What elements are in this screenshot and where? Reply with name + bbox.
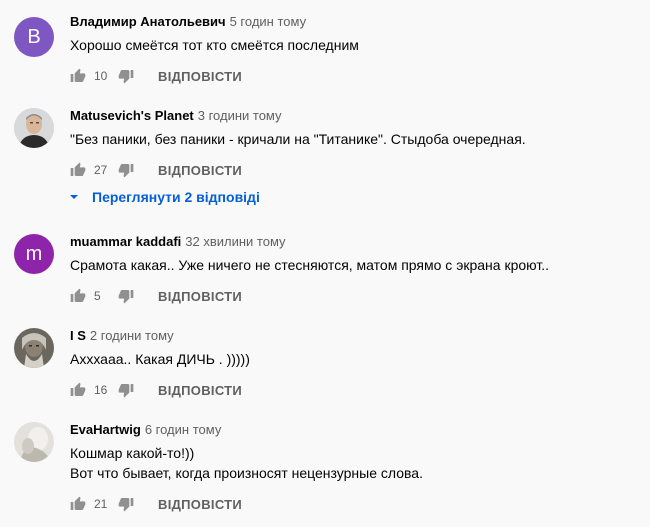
avatar[interactable] — [14, 108, 54, 148]
thumb-down-icon[interactable] — [118, 162, 134, 178]
avatar[interactable]: B — [14, 17, 54, 57]
comment-header: I S 2 години тому — [70, 327, 174, 345]
reply-button[interactable]: ВІДПОВІСТИ — [158, 69, 242, 84]
timestamp[interactable]: 2 години тому — [90, 328, 174, 343]
comment-text: Срамота какая.. Уже ничего не стесняются… — [70, 257, 549, 273]
like-count: 21 — [94, 497, 108, 511]
view-replies-button[interactable]: Переглянути 2 відповіді — [68, 187, 260, 207]
author-name[interactable]: Matusevich's Planet — [70, 108, 194, 123]
author-name[interactable]: Владимир Анатольевич — [70, 14, 226, 29]
like-count: 16 — [94, 383, 108, 397]
comment-actions: 21 ВІДПОВІСТИ — [70, 494, 242, 514]
thumb-down-icon[interactable] — [118, 496, 134, 512]
author-name[interactable]: EvaHartwig — [70, 422, 141, 437]
avatar[interactable] — [14, 328, 54, 368]
comment-text: Хорошо смеётся тот кто смеётся последним — [70, 37, 359, 53]
comment-header: Владимир Анатольевич 5 годин тому — [70, 13, 306, 31]
like-count: 27 — [94, 163, 108, 177]
comment-actions: 10 ВІДПОВІСТИ — [70, 66, 242, 86]
thumb-down-icon[interactable] — [118, 288, 134, 304]
chevron-down-icon — [70, 195, 78, 199]
like-count: 10 — [94, 69, 108, 83]
thumb-down-icon[interactable] — [118, 68, 134, 84]
comment-header: muammar kaddafi 32 хвилини тому — [70, 233, 286, 251]
comment-actions: 5 ВІДПОВІСТИ — [70, 286, 242, 306]
timestamp[interactable]: 5 годин тому — [230, 14, 307, 29]
comment-header: EvaHartwig 6 годин тому — [70, 421, 221, 439]
view-replies-label: Переглянути 2 відповіді — [92, 189, 260, 205]
reply-button[interactable]: ВІДПОВІСТИ — [158, 497, 242, 512]
comment-actions: 27 ВІДПОВІСТИ — [70, 160, 242, 180]
thumb-up-icon[interactable] — [70, 382, 86, 398]
comment-text: Кошмар какой-то!)) — [70, 445, 195, 461]
author-name[interactable]: I S — [70, 328, 86, 343]
timestamp[interactable]: 32 хвилини тому — [185, 234, 285, 249]
thumb-up-icon[interactable] — [70, 496, 86, 512]
comment-text: Вот что бывает, когда произносят нецензу… — [70, 465, 423, 481]
reply-button[interactable]: ВІДПОВІСТИ — [158, 289, 242, 304]
thumb-up-icon[interactable] — [70, 68, 86, 84]
comment-text: "Без паники, без паники - кричали на "Ти… — [70, 131, 526, 147]
avatar-letter: B — [27, 25, 41, 48]
reply-button[interactable]: ВІДПОВІСТИ — [158, 163, 242, 178]
comment-text: Ахххааа.. Какая ДИЧЬ . ))))) — [70, 351, 250, 367]
author-name[interactable]: muammar kaddafi — [70, 234, 181, 249]
timestamp[interactable]: 6 годин тому — [145, 422, 222, 437]
comment-header: Matusevich's Planet 3 години тому — [70, 107, 282, 125]
thumb-down-icon[interactable] — [118, 382, 134, 398]
like-count: 5 — [94, 289, 101, 303]
comment-actions: 16 ВІДПОВІСТИ — [70, 380, 242, 400]
avatar-letter: m — [25, 242, 43, 265]
avatar[interactable] — [14, 422, 54, 462]
thumb-up-icon[interactable] — [70, 162, 86, 178]
timestamp[interactable]: 3 години тому — [198, 108, 282, 123]
thumb-up-icon[interactable] — [70, 288, 86, 304]
avatar[interactable]: m — [14, 234, 54, 274]
reply-button[interactable]: ВІДПОВІСТИ — [158, 383, 242, 398]
